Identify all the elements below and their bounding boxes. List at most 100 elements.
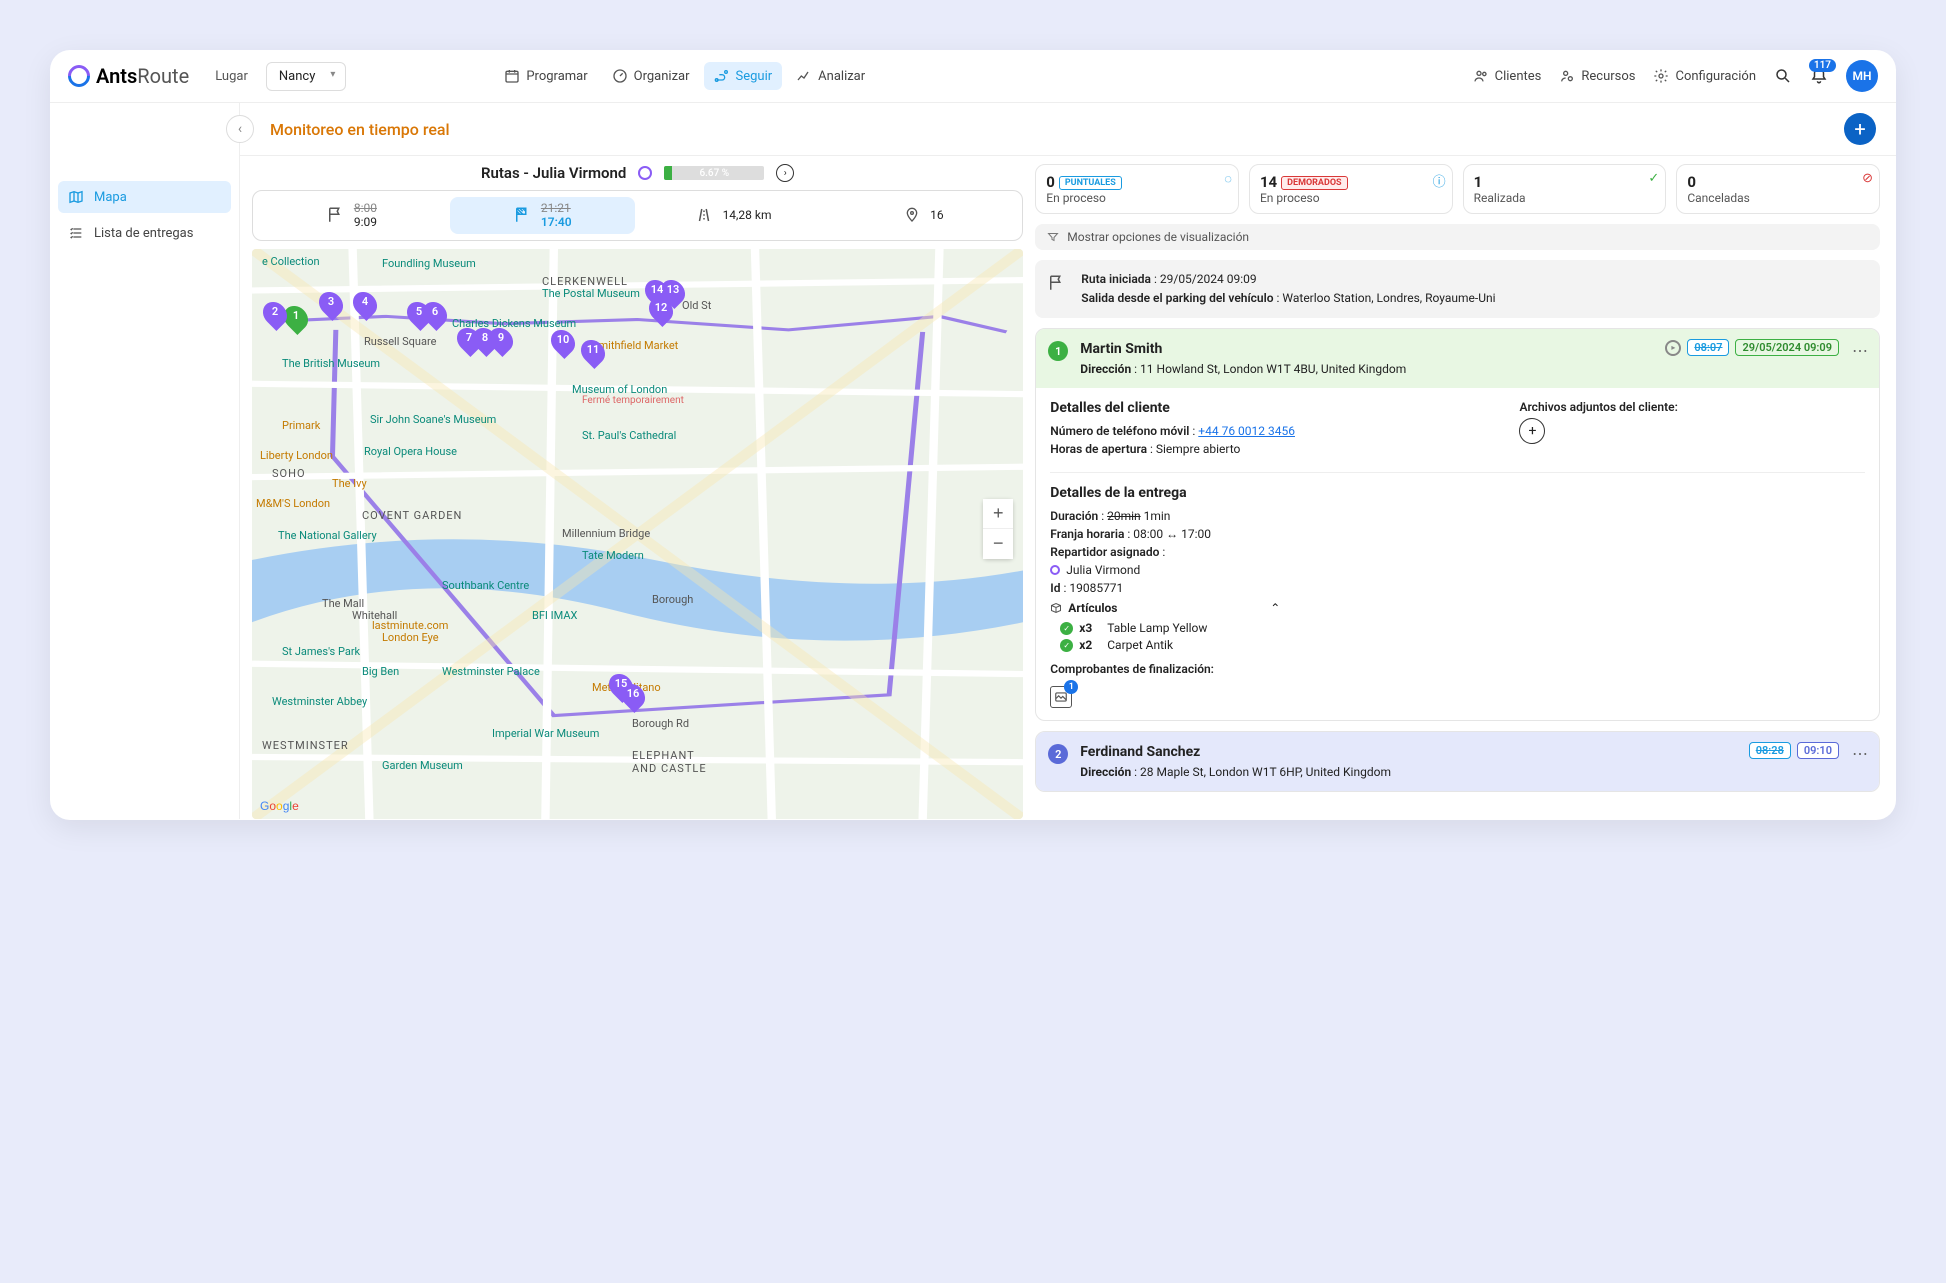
route-icon [714,68,730,84]
stat-demorados[interactable]: ⓘ 14DEMORADOS En proceso [1249,164,1453,214]
actual-time: 29/05/2024 09:09 [1735,339,1839,356]
nav-config[interactable]: Configuración [1653,68,1756,84]
map-pin-10[interactable]: 10 [552,329,574,355]
map-label: BFI IMAX [532,609,577,622]
map-label: The National Gallery [278,529,377,542]
map-label: Garden Museum [382,759,463,772]
back-button[interactable]: ‹ [226,115,254,143]
map-label: Westminster Abbey [272,695,367,708]
stop-menu-button[interactable]: ⋯ [1852,341,1869,360]
map-label: The Ivy [332,477,367,490]
map-pin-6[interactable]: 6 [424,301,446,327]
map-label: Primark [282,419,320,432]
map-pin-1[interactable]: 1 [285,305,307,331]
driver-dot-icon [1050,565,1060,575]
expand-progress-button[interactable]: › [776,164,794,182]
stop-menu-button[interactable]: ⋯ [1852,744,1869,763]
route-start-time[interactable]: 8:009:09 [259,197,444,234]
route-summary-bar: 8:009:09 21:2117:40 14,28 km 16 [252,190,1023,241]
route-end-time[interactable]: 21:2117:40 [450,197,635,234]
notif-badge: 117 [1809,59,1836,72]
proof-count-badge: 1 [1064,680,1078,694]
nav-clientes[interactable]: Clientes [1473,68,1542,84]
map-label: e Collection [262,255,320,268]
add-button[interactable]: + [1844,113,1876,145]
route-name: Rutas - Julia Virmond [481,164,626,182]
map-label: Westminster Palace [442,665,540,678]
map-label: COVENT GARDEN [362,509,462,522]
map-label: London Eye [382,631,439,644]
nav-seguir[interactable]: Seguir [704,62,783,90]
proof-attachment[interactable]: 1 [1050,686,1072,708]
users-icon [1473,68,1489,84]
zoom-out-button[interactable]: − [983,529,1013,559]
scheduled-time: 08:07 [1687,339,1729,356]
logo-icon [63,60,94,91]
search-icon [1774,67,1792,85]
avatar[interactable]: MH [1846,60,1878,92]
map-pin-3[interactable]: 3 [320,291,342,317]
map-label: Liberty London [260,449,333,462]
estimated-time: 09:10 [1797,742,1839,759]
stat-realizada[interactable]: ✓ 1 Realizada [1463,164,1667,214]
phone-link[interactable]: +44 76 0012 3456 [1198,424,1295,438]
stop-card-1: 1 Martin Smith Dirección : 11 Howland St… [1035,328,1880,721]
map-zoom: + − [983,499,1013,559]
progress-bar: 6.67 % [664,166,764,180]
check-icon: ✓ [1648,171,1659,186]
article-item: ✓x3 Table Lamp Yellow [1060,621,1865,635]
stat-puntuales[interactable]: ◌ 0PUNTUALES En proceso [1035,164,1239,214]
articles-toggle[interactable]: Artículos ⌃ [1050,601,1280,615]
stat-canceladas[interactable]: ⊘ 0 Canceladas [1676,164,1880,214]
map-icon [68,189,84,205]
map-label: The British Museum [282,357,380,370]
map-view[interactable]: e Collection Foundling Museum CLERKENWEL… [252,249,1023,819]
sidebar-item-lista[interactable]: Lista de entregas [58,217,231,249]
map-label: Borough Rd [632,717,689,730]
gauge-icon [612,68,628,84]
map-label: Big Ben [362,665,399,678]
add-attachment-button[interactable]: + [1519,418,1545,444]
stop-number: 1 [1048,341,1068,361]
map-pin-2[interactable]: 2 [264,301,286,327]
map-pin-4[interactable]: 4 [354,291,376,317]
stop-client-name: Ferdinand Sanchez [1080,742,1736,763]
proof-label: Comprobantes de finalización: [1050,662,1214,676]
search-button[interactable] [1774,67,1792,85]
zoom-in-button[interactable]: + [983,499,1013,529]
map-label: SOHO [272,467,306,480]
map-label: The Postal Museum [542,287,640,300]
article-item: ✓x2 Carpet Antik [1060,638,1865,652]
route-stops-count: 16 [831,197,1016,234]
stop-card-2: 2 Ferdinand Sanchez Dirección : 28 Maple… [1035,731,1880,792]
flag-icon [1047,274,1065,292]
route-start-info: Ruta iniciada : 29/05/2024 09:09 Salida … [1035,260,1880,318]
pin-icon [904,207,920,223]
stop-client-name: Martin Smith [1080,339,1653,360]
nav-analizar[interactable]: Analizar [786,62,875,90]
logo: AntsRoute [68,64,189,88]
map-label: Old St [682,299,711,312]
map-pin-11[interactable]: 11 [582,339,604,365]
route-distance: 14,28 km [641,197,826,234]
page-title: Monitoreo en tiempo real [270,120,450,139]
chart-icon [796,68,812,84]
map-label: Millennium Bridge [562,527,650,540]
map-pin-9[interactable]: 9 [490,327,512,353]
road-icon [695,206,713,224]
map-label: Russell Square [364,335,436,348]
location-select[interactable]: Nancy [266,62,346,91]
client-details-heading: Detalles del cliente [1050,400,1499,416]
sidebar-item-mapa[interactable]: Mapa [58,181,231,213]
display-options-button[interactable]: Mostrar opciones de visualización [1035,224,1880,250]
checkered-flag-icon [513,206,531,224]
delivery-details-heading: Detalles de la entrega [1050,485,1865,501]
calendar-icon [504,68,520,84]
nav-organizar[interactable]: Organizar [602,62,700,90]
nav-programar[interactable]: Programar [494,62,597,90]
play-icon: ▸ [1665,340,1681,356]
map-label: Tate Modern [582,549,644,562]
nav-recursos[interactable]: Recursos [1559,68,1635,84]
notifications-button[interactable]: 117 [1810,67,1828,85]
flag-icon [326,206,344,224]
